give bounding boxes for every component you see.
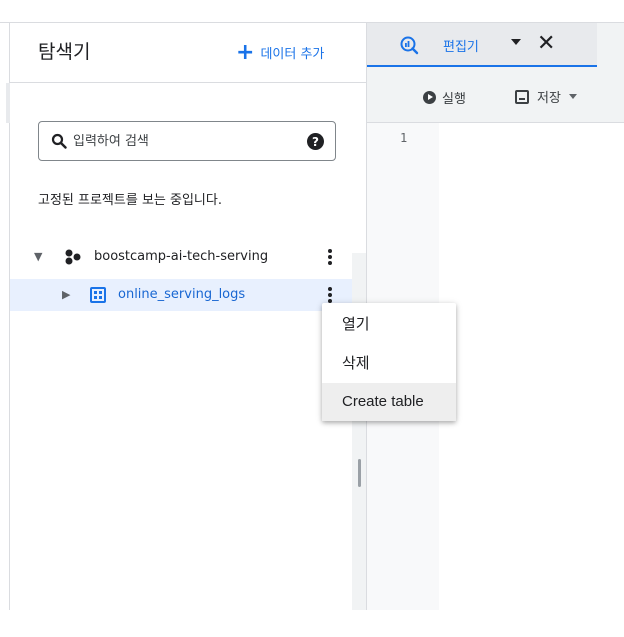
context-menu: 열기 삭제 Create table xyxy=(322,303,456,421)
tab-bar-empty xyxy=(597,23,624,67)
explorer-header: 탐색기 + 데이터 추가 xyxy=(10,23,366,83)
project-icon xyxy=(65,249,81,265)
search-box[interactable]: ? xyxy=(38,121,336,161)
tab-dropdown-icon[interactable] xyxy=(511,39,521,45)
dataset-name: online_serving_logs xyxy=(118,287,246,302)
menu-item-open[interactable]: 열기 xyxy=(322,306,456,344)
bigquery-workspace: 탐색기 + 데이터 추가 ? 고정된 프로젝트를 보는 중입니다. ▼ boos xyxy=(0,0,624,637)
save-icon xyxy=(515,89,529,104)
menu-item-create-table[interactable]: Create table xyxy=(322,383,456,421)
project-name: boostcamp-ai-tech-serving xyxy=(94,249,269,264)
editor-toolbar: 실행 저장 xyxy=(367,67,624,123)
tree-row-dataset[interactable]: ▶ online_serving_logs xyxy=(10,279,352,311)
query-icon xyxy=(400,36,419,55)
explorer-panel: 탐색기 + 데이터 추가 ? 고정된 프로젝트를 보는 중입니다. ▼ boos xyxy=(6,23,366,610)
query-editor-area[interactable] xyxy=(439,123,624,610)
save-button[interactable]: 저장 xyxy=(515,87,577,106)
plus-icon: + xyxy=(236,39,255,65)
help-icon[interactable]: ? xyxy=(307,133,324,150)
tab-editor[interactable]: 편집기 ✕ xyxy=(367,23,597,67)
explorer-title: 탐색기 xyxy=(38,41,91,63)
run-label: 실행 xyxy=(442,92,466,107)
project-more-icon[interactable] xyxy=(326,247,334,267)
scrollbar-thumb[interactable] xyxy=(358,459,361,487)
close-icon[interactable]: ✕ xyxy=(537,31,555,56)
save-label: 저장 xyxy=(537,91,561,106)
menu-item-delete[interactable]: 삭제 xyxy=(322,345,456,383)
play-icon xyxy=(423,91,436,104)
collapse-arrow-icon[interactable]: ▶ xyxy=(62,288,70,301)
add-data-button[interactable]: + 데이터 추가 xyxy=(236,39,325,65)
add-data-label: 데이터 추가 xyxy=(260,47,325,62)
tree-row-project[interactable]: ▼ boostcamp-ai-tech-serving xyxy=(10,241,352,273)
dataset-more-icon[interactable] xyxy=(326,285,334,305)
dataset-icon xyxy=(90,287,106,303)
line-number: 1 xyxy=(400,131,408,145)
search-icon xyxy=(51,133,67,149)
expand-arrow-icon[interactable]: ▼ xyxy=(34,250,42,263)
chevron-down-icon xyxy=(568,94,577,99)
run-button[interactable]: 실행 xyxy=(423,88,466,107)
search-input[interactable] xyxy=(73,131,293,151)
panel-accent xyxy=(6,83,10,123)
tab-label: 편집기 xyxy=(443,40,479,55)
pinned-projects-message: 고정된 프로젝트를 보는 중입니다. xyxy=(38,193,222,208)
